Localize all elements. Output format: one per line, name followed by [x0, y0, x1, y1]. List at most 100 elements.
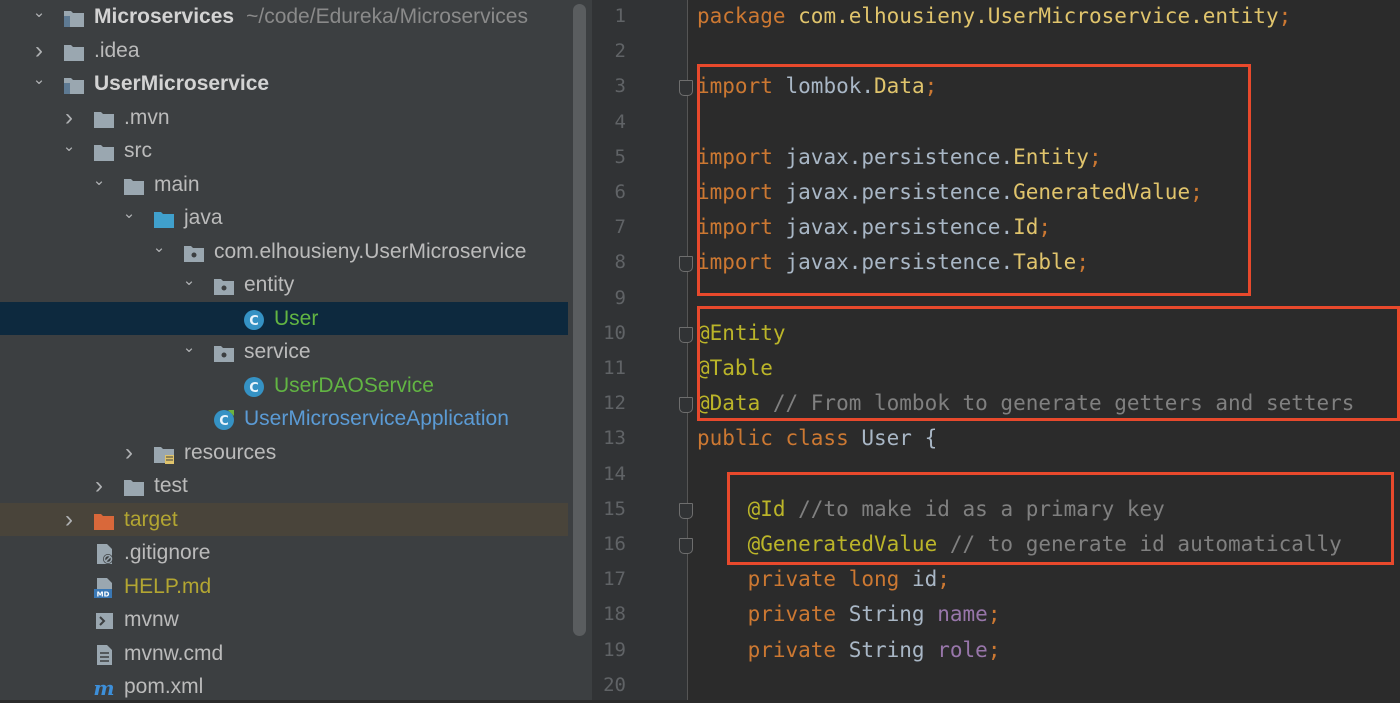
fold-marker-icon[interactable]: [679, 538, 693, 554]
tree-item-label: mvnw: [124, 608, 179, 631]
code-line[interactable]: public class User {: [697, 421, 937, 456]
markdown-file-icon: MD: [93, 576, 115, 598]
code-line[interactable]: import javax.persistence.Id;: [697, 210, 1051, 245]
code-line[interactable]: private String role;: [697, 633, 1001, 668]
tree-item-user[interactable]: C User: [0, 301, 568, 335]
line-number: 9: [614, 286, 626, 309]
tree-item-label: Microservices ~/code/Edureka/Microservice…: [94, 5, 528, 28]
module-folder-icon: [63, 6, 85, 28]
chevron-down-icon[interactable]: ⌄: [120, 197, 138, 230]
tree-item-src[interactable]: ⌄ src: [0, 134, 568, 167]
folder-icon: [63, 40, 85, 62]
line-number: 5: [614, 145, 626, 168]
module-folder-icon: [63, 73, 85, 95]
chevron-down-icon[interactable]: ⌄: [150, 231, 168, 264]
maven-icon: m: [93, 676, 115, 700]
svg-text:C: C: [249, 381, 259, 396]
java-class-icon: C: [243, 375, 265, 397]
chevron-right-icon[interactable]: ›: [60, 503, 78, 536]
text-file-icon: [93, 643, 115, 665]
code-line[interactable]: package com.elhousieny.UserMicroservice.…: [697, 0, 1291, 34]
tree-item-userdaoservice[interactable]: C UserDAOService: [0, 369, 568, 402]
code-line[interactable]: import javax.persistence.Table;: [697, 245, 1089, 280]
code-line[interactable]: import lombok.Data;: [697, 69, 937, 104]
project-scrollbar-thumb[interactable]: [573, 4, 586, 636]
tree-item-label: com.elhousieny.UserMicroservice: [214, 239, 527, 263]
code-line[interactable]: import javax.persistence.GeneratedValue;: [697, 175, 1203, 210]
line-number: 11: [603, 357, 626, 379]
line-number: 6: [614, 181, 626, 203]
line-number: 14: [603, 462, 626, 485]
line-number: 3: [614, 75, 626, 98]
chevron-down-icon[interactable]: ⌄: [30, 0, 48, 29]
package-icon: [183, 241, 205, 263]
line-number: 12: [603, 392, 626, 415]
line-number: 13: [603, 427, 626, 450]
package-icon: [213, 341, 235, 363]
svg-text:C: C: [219, 414, 229, 429]
tree-item-label: main: [154, 172, 200, 196]
tree-item-mvnw-cmd[interactable]: mvnw.cmd: [0, 637, 568, 670]
fold-marker-icon[interactable]: [679, 502, 693, 519]
tree-item-entity[interactable]: ⌄ entity: [0, 268, 568, 301]
chevron-down-icon[interactable]: ⌄: [90, 164, 108, 197]
chevron-down-icon[interactable]: ⌄: [180, 264, 198, 297]
tree-item-java[interactable]: ⌄ java: [0, 201, 568, 234]
tree-item-label: HELP.md: [124, 574, 212, 598]
tree-item-label: .mvn: [124, 105, 170, 129]
tree-item-label: pom.xml: [124, 675, 204, 698]
ignore-file-icon: [93, 542, 115, 564]
tree-item-com-elhousieny-usermicroservice[interactable]: ⌄ com.elhousieny.UserMicroservice: [0, 235, 568, 268]
tree-item-gitignore[interactable]: .gitignore: [0, 536, 568, 569]
fold-marker-icon[interactable]: [679, 326, 693, 343]
tree-item-help-md[interactable]: MD HELP.md: [0, 570, 568, 603]
code-line[interactable]: @Entity: [697, 316, 786, 351]
line-number: 17: [603, 568, 626, 591]
tree-item-microservices[interactable]: ⌄ Microservices ~/code/Edureka/Microservic…: [0, 0, 568, 33]
code-line[interactable]: private long id;: [697, 562, 950, 597]
chevron-down-icon[interactable]: ⌄: [30, 63, 48, 96]
code-line[interactable]: @GeneratedValue // to generate id automa…: [697, 527, 1342, 562]
tree-item-main[interactable]: ⌄ main: [0, 168, 568, 201]
line-number: 10: [603, 321, 626, 344]
tree-item-mvnw[interactable]: mvnw: [0, 603, 568, 636]
tree-item-service[interactable]: ⌄ service: [0, 335, 568, 368]
tree-item-label: .gitignore: [124, 541, 211, 564]
tree-item-label: target: [124, 507, 178, 531]
project-path: ~/code/Edureka/Microservices: [246, 5, 528, 28]
excluded-folder-icon: [93, 509, 115, 531]
line-number: 16: [603, 533, 626, 555]
line-number: 2: [614, 40, 626, 63]
tree-item-resources[interactable]: › resources: [0, 436, 568, 469]
code-line[interactable]: @Data // From lombok to generate getters…: [697, 386, 1354, 421]
tree-item-label: entity: [244, 273, 295, 296]
code-line[interactable]: private String name;: [697, 597, 1001, 632]
chevron-down-icon[interactable]: ⌄: [180, 331, 198, 364]
code-line[interactable]: import javax.persistence.Entity;: [697, 140, 1102, 175]
code-line[interactable]: @Table: [697, 351, 773, 386]
fold-marker-icon[interactable]: [679, 256, 693, 273]
tree-item-test[interactable]: › test: [0, 469, 568, 502]
chevron-right-icon[interactable]: ›: [60, 101, 78, 134]
folder-icon: [123, 174, 145, 196]
chevron-right-icon[interactable]: ›: [120, 436, 138, 469]
chevron-down-icon[interactable]: ⌄: [60, 130, 78, 163]
line-number: 20: [603, 673, 626, 696]
svg-text:m: m: [93, 677, 114, 699]
tree-item-mvn[interactable]: › .mvn: [0, 101, 568, 134]
chevron-right-icon[interactable]: ›: [90, 469, 108, 502]
svg-text:C: C: [249, 314, 259, 329]
code-line[interactable]: @Id //to make id as a primary key: [697, 492, 1165, 527]
source-folder-icon: [153, 207, 175, 229]
tree-item-usermicroserviceapplication[interactable]: C UserMicroserviceApplication: [0, 402, 568, 435]
chevron-right-icon[interactable]: ›: [30, 34, 48, 67]
tree-item-idea[interactable]: › .idea: [0, 34, 568, 67]
tree-item-target[interactable]: › target: [0, 502, 568, 536]
tree-item-pom-xml[interactable]: m pom.xml: [0, 670, 568, 700]
fold-marker-icon[interactable]: [679, 397, 693, 414]
fold-marker-icon[interactable]: [679, 80, 693, 97]
tree-item-label: src: [124, 139, 152, 162]
project-tree-panel: ⌄ Microservices ~/code/Edureka/Microservic…: [0, 0, 568, 700]
tree-item-usermicroservice[interactable]: ⌄ UserMicroservice: [0, 67, 568, 100]
line-number: 7: [614, 216, 626, 239]
